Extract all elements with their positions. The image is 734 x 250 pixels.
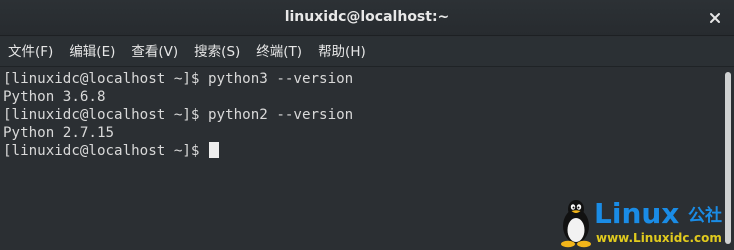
- terminal-line: [linuxidc@localhost ~]$ python2 --versio…: [3, 107, 354, 123]
- watermark-brand-cn: 公社: [688, 206, 722, 226]
- menu-edit[interactable]: 编辑(E): [61, 37, 123, 67]
- terminal-line: Python 2.7.15: [3, 125, 115, 141]
- close-icon: [710, 13, 720, 23]
- menu-view[interactable]: 查看(V): [123, 37, 186, 67]
- watermark-logo: Linux 公社 www.Linuxidc.com: [556, 197, 732, 249]
- watermark-url: www.Linuxidc.com: [596, 231, 722, 245]
- watermark-brand: Linux: [594, 197, 680, 230]
- menu-terminal[interactable]: 终端(T): [248, 37, 310, 67]
- terminal-prompt: [linuxidc@localhost ~]$: [3, 143, 208, 159]
- menu-bar: 文件(F) 编辑(E) 查看(V) 搜索(S) 终端(T) 帮助(H): [0, 37, 734, 67]
- menu-search[interactable]: 搜索(S): [186, 37, 248, 67]
- menu-help[interactable]: 帮助(H): [310, 37, 374, 67]
- window-title: linuxidc@localhost:~: [284, 9, 450, 25]
- tux-penguin-icon: [561, 200, 591, 248]
- terminal-prompt-line: [linuxidc@localhost ~]$: [3, 142, 722, 160]
- terminal-window: linuxidc@localhost:~ 文件(F) 编辑(E) 查看(V) 搜…: [0, 0, 734, 250]
- menu-file[interactable]: 文件(F): [0, 37, 61, 67]
- text-cursor: [209, 142, 219, 158]
- title-bar[interactable]: linuxidc@localhost:~: [0, 0, 734, 36]
- terminal-line: [linuxidc@localhost ~]$ python3 --versio…: [3, 71, 354, 87]
- close-button[interactable]: [706, 9, 724, 27]
- terminal-line: Python 3.6.8: [3, 89, 106, 105]
